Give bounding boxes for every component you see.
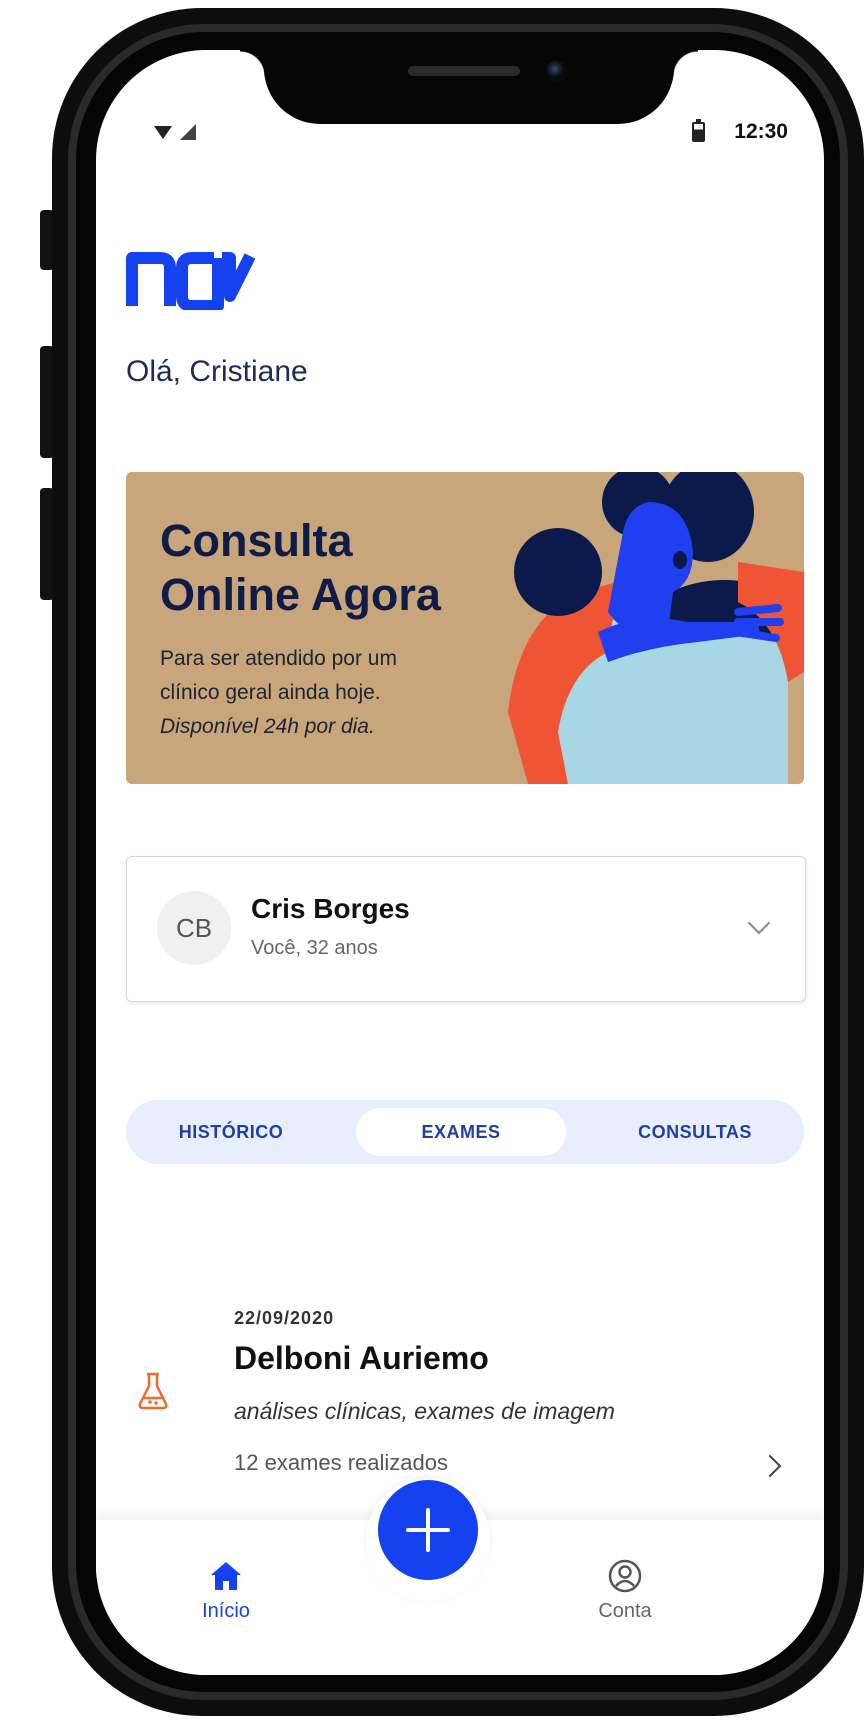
notch-corner-right: [668, 46, 698, 76]
exam-categories: análises clínicas, exames de imagem: [234, 1398, 615, 1424]
profile-selector[interactable]: CB Cris Borges Você, 32 anos: [126, 856, 806, 1002]
tab-historico[interactable]: HISTÓRICO: [136, 1108, 326, 1156]
speaker-grille: [408, 66, 520, 76]
lab-flask-icon: [138, 1372, 168, 1410]
online-consultation-banner[interactable]: Consulta Online Agora Para ser atendido …: [126, 472, 804, 784]
nav-logo: nav: [126, 252, 256, 310]
nav-account-label: Conta: [598, 1600, 652, 1622]
hug-illustration: [508, 472, 804, 784]
chevron-right-icon[interactable]: [758, 1454, 782, 1478]
wifi-icon: [154, 126, 172, 139]
tab-consultas[interactable]: CONSULTAS: [596, 1108, 794, 1156]
exam-count: 12 exames realizados: [234, 1450, 449, 1475]
cellular-signal-icon: [180, 124, 196, 140]
exam-date: 22/09/2020: [234, 1308, 335, 1328]
front-camera: [546, 60, 568, 82]
banner-line-1: Para ser atendido por um: [160, 647, 397, 670]
avatar: CB: [157, 891, 231, 965]
greeting-text: Olá, Cristiane: [126, 355, 308, 388]
notch-corner-left: [240, 46, 270, 76]
banner-line-2: clínico geral ainda hoje.: [160, 681, 381, 704]
status-time: 12:30: [734, 120, 788, 143]
banner-description: Para ser atendido por um clínico geral a…: [160, 642, 520, 744]
nav-account[interactable]: Conta: [580, 1552, 670, 1632]
phone-notch: [264, 46, 674, 124]
profile-name: Cris Borges: [251, 893, 410, 924]
home-icon: [211, 1562, 241, 1590]
exam-lab-name: Delboni Auriemo: [234, 1340, 489, 1376]
add-button[interactable]: [378, 1480, 478, 1580]
tab-exames[interactable]: EXAMES: [356, 1108, 566, 1156]
account-icon: [608, 1559, 642, 1593]
app-screen: 12:30 nav Olá, Cristiane Consulta Online…: [96, 50, 824, 1675]
chevron-down-icon: [747, 911, 771, 935]
tab-bar: HISTÓRICO EXAMES CONSULTAS: [126, 1100, 804, 1164]
nav-home-label: Início: [202, 1600, 250, 1622]
banner-line-3: Disponível 24h por dia.: [160, 715, 375, 738]
profile-subtitle: Você, 32 anos: [251, 937, 378, 959]
battery-icon: [692, 119, 705, 142]
nav-home[interactable]: Início: [186, 1552, 266, 1632]
